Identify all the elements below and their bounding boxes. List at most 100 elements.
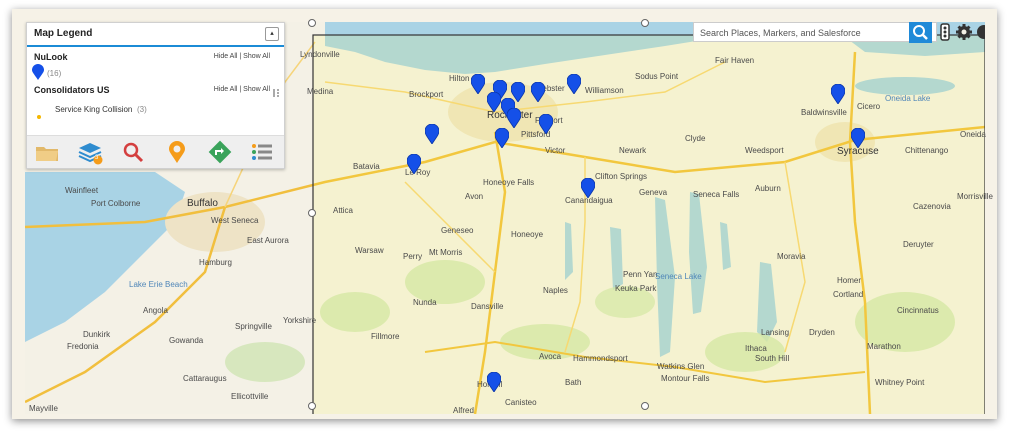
map-label: Fair Haven bbox=[715, 56, 755, 65]
map-label: Attica bbox=[333, 206, 354, 215]
legend-layer-actions[interactable]: Hide All | Show All bbox=[214, 86, 270, 93]
map-label: Mayville bbox=[29, 404, 58, 413]
map-marker-pin-icon[interactable] bbox=[471, 74, 485, 94]
map-label: Gowanda bbox=[169, 336, 204, 345]
map-label: Warsaw bbox=[355, 246, 384, 255]
map-label: Sodus Point bbox=[635, 72, 679, 81]
map-marker-pin-icon[interactable] bbox=[539, 114, 553, 134]
legend-layer-name: Consolidators US bbox=[34, 85, 110, 95]
map-label: Moravia bbox=[777, 252, 806, 261]
legend-layer-name: NuLook bbox=[34, 52, 68, 62]
map-label: Victor bbox=[545, 146, 566, 155]
map-label: Brockport bbox=[409, 90, 444, 99]
gear-icon[interactable] bbox=[955, 22, 973, 42]
map-label: Weedsport bbox=[745, 146, 784, 155]
map-label: Geneseo bbox=[441, 226, 474, 235]
map-label: Fillmore bbox=[371, 332, 400, 341]
selection-handle[interactable] bbox=[308, 209, 316, 217]
map-label: Ellicottville bbox=[231, 392, 269, 401]
map-marker-pin-icon[interactable] bbox=[567, 74, 581, 94]
map-label: Wainfleet bbox=[65, 186, 99, 195]
help-icon[interactable] bbox=[975, 22, 985, 42]
selection-handle[interactable] bbox=[641, 402, 649, 410]
legend-layer-actions[interactable]: Hide All | Show All bbox=[214, 53, 270, 60]
map-label: Dunkirk bbox=[83, 330, 111, 339]
collapse-icon[interactable]: ▴ bbox=[265, 27, 279, 41]
marker-icon bbox=[32, 64, 44, 85]
map-label: Medina bbox=[307, 87, 334, 96]
map-label: Honeoye Falls bbox=[483, 178, 535, 187]
map-label: Angola bbox=[143, 306, 168, 315]
map-marker-pin-icon[interactable] bbox=[581, 178, 595, 198]
route-icon[interactable] bbox=[207, 139, 233, 165]
sort-icon[interactable] bbox=[272, 85, 280, 103]
map-label: Cicero bbox=[857, 102, 881, 111]
map-label: South Hill bbox=[755, 354, 790, 363]
search-input[interactable]: Search Places, Markers, and Salesforce bbox=[693, 22, 937, 42]
map-window: LyndonvilleMedinaBrockportHiltonRocheste… bbox=[12, 9, 997, 419]
map-label: Avoca bbox=[539, 352, 562, 361]
map-label: Montour Falls bbox=[661, 374, 710, 383]
layers-badge: 3 bbox=[95, 155, 99, 161]
marker-icon[interactable] bbox=[164, 139, 190, 165]
map-label: Avon bbox=[465, 192, 484, 201]
map-marker-pin-icon[interactable] bbox=[407, 154, 421, 174]
map-label: Mt Morris bbox=[429, 248, 463, 257]
legend-sub-item: Service King Collision bbox=[55, 105, 133, 114]
layers-icon[interactable]: 3 bbox=[77, 139, 103, 165]
map-marker-pin-icon[interactable] bbox=[495, 128, 509, 148]
map-label: Alfred bbox=[453, 406, 474, 415]
map-label: Williamson bbox=[585, 86, 624, 95]
map-label: Clyde bbox=[685, 134, 706, 143]
map-marker-pin-icon[interactable] bbox=[851, 128, 865, 148]
map-label: Lake Erie Beach bbox=[129, 280, 188, 289]
folder-icon[interactable] bbox=[34, 139, 60, 165]
selection-handle[interactable] bbox=[308, 19, 316, 27]
map-label: Springville bbox=[235, 322, 272, 331]
map-label: Lansing bbox=[761, 328, 790, 337]
map-label: Fredonia bbox=[67, 342, 99, 351]
search-icon bbox=[913, 25, 928, 40]
map-label: Honeoye bbox=[511, 230, 544, 239]
map-label: Watkins Glen bbox=[657, 362, 705, 371]
map-label: Cincinnatus bbox=[897, 306, 939, 315]
map-marker-pin-icon[interactable] bbox=[487, 92, 501, 112]
map-label: Cattaraugus bbox=[183, 374, 227, 383]
map-label: Batavia bbox=[353, 162, 380, 171]
map-label: Hammondsport bbox=[573, 354, 628, 363]
map-label: Chittenango bbox=[905, 146, 949, 155]
legend-title: Map Legend bbox=[27, 23, 284, 47]
map-label: Deruyter bbox=[903, 240, 934, 249]
map-label: Baldwinsville bbox=[801, 108, 847, 117]
map-label: Morrisville bbox=[957, 192, 993, 201]
traffic-light-icon[interactable] bbox=[936, 22, 954, 42]
map-label: Keuka Park bbox=[615, 284, 657, 293]
map-label: Penn Yan bbox=[623, 270, 658, 279]
map-label: Ithaca bbox=[745, 344, 767, 353]
map-label: Whitney Point bbox=[875, 378, 925, 387]
map-label: Lyndonville bbox=[300, 50, 340, 59]
selection-handle[interactable] bbox=[308, 402, 316, 410]
list-icon[interactable] bbox=[249, 139, 275, 165]
map-label: Marathon bbox=[867, 342, 901, 351]
map-marker-pin-icon[interactable] bbox=[507, 108, 521, 128]
selection-handle[interactable] bbox=[641, 19, 649, 27]
map-label: Cortland bbox=[833, 290, 864, 299]
map-label: Clifton Springs bbox=[595, 172, 648, 181]
search-button[interactable] bbox=[909, 22, 932, 43]
map-label: Auburn bbox=[755, 184, 781, 193]
map-marker-pin-icon[interactable] bbox=[425, 124, 439, 144]
map-label: East Aurora bbox=[247, 236, 289, 245]
map-label: Cazenovia bbox=[913, 202, 951, 211]
map-label: Yorkshire bbox=[283, 316, 317, 325]
map-label: Oneida Lake bbox=[885, 94, 931, 103]
map-label: Nunda bbox=[413, 298, 437, 307]
map-marker-pin-icon[interactable] bbox=[831, 84, 845, 104]
map-label: Hilton bbox=[449, 74, 470, 83]
map-label: Seneca Falls bbox=[693, 190, 740, 199]
search-icon[interactable] bbox=[120, 139, 146, 165]
map-label: Bath bbox=[565, 378, 582, 387]
map-marker-pin-icon[interactable] bbox=[531, 82, 545, 102]
map-marker-pin-icon[interactable] bbox=[487, 372, 501, 392]
legend-dot-icon bbox=[37, 115, 41, 119]
